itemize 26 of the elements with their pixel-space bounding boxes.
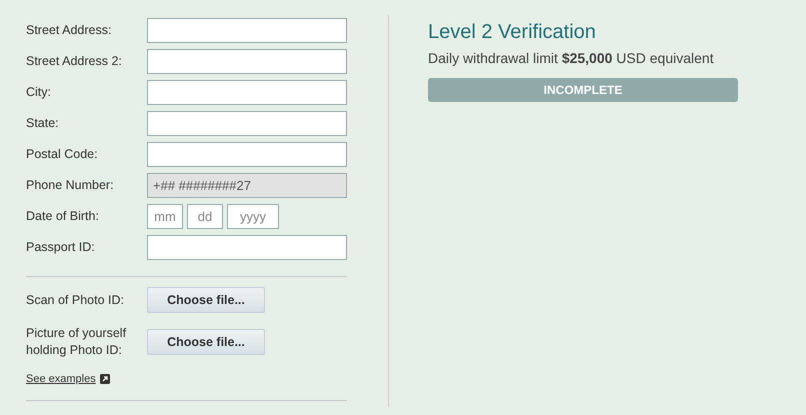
field-label: Passport ID: [26, 239, 96, 256]
external-link-icon [100, 374, 110, 384]
section-title: Level 2 Verification [428, 20, 597, 44]
status-bar: INCOMPLETE [428, 78, 738, 102]
choose-file-button[interactable]: Choose file... [147, 287, 265, 313]
choose-file-button[interactable]: Choose file... [147, 329, 265, 355]
field-label: Phone Number: [26, 177, 115, 194]
input-field[interactable] [147, 49, 347, 74]
input-field[interactable] [147, 142, 347, 167]
upload-label: Picture of yourself holding Photo ID: [26, 325, 128, 359]
date-field[interactable]: dd [187, 204, 223, 229]
field-label: State: [26, 115, 60, 132]
date-field[interactable]: yyyy [227, 204, 279, 229]
field-label: Street Address 2: [26, 53, 123, 70]
field-label: Date of Birth: [26, 208, 100, 226]
upload-label: Scan of Photo ID: [26, 292, 125, 308]
field-label: Street Address: [26, 22, 112, 40]
date-field[interactable]: mm [147, 204, 183, 229]
field-label: City: [26, 84, 52, 102]
input-field[interactable] [147, 235, 347, 260]
input-field[interactable] [147, 18, 347, 43]
see-examples-link[interactable]: See examples [26, 371, 96, 388]
field-label: Postal Code: [26, 146, 99, 164]
input-field[interactable] [147, 80, 347, 105]
limit-text: Daily withdrawal limit $25,000 USD equivalent [428, 49, 715, 68]
input-field[interactable] [147, 111, 347, 136]
